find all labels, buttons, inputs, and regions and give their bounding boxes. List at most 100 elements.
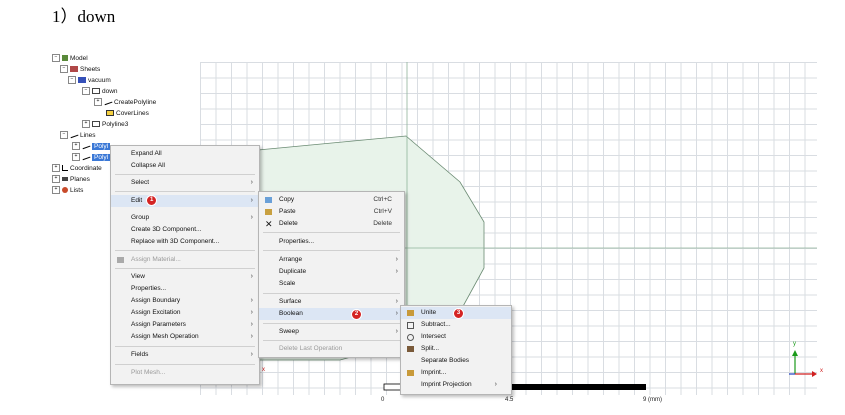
submenu-arrow-icon: ›	[494, 381, 497, 388]
menu-separator	[263, 323, 400, 324]
paste-icon	[265, 209, 272, 215]
coordinate-icon	[62, 165, 68, 172]
tree-item-coordinate[interactable]: + Coordinate	[52, 164, 102, 174]
polyline-icon	[103, 99, 113, 106]
step-heading: 1）down	[52, 7, 116, 26]
delete-icon: ✕	[265, 219, 273, 229]
submenu-arrow-icon: ›	[250, 197, 253, 204]
menu-collapse-all[interactable]: Collapse All	[111, 160, 259, 172]
origin-x-mark: x	[262, 367, 265, 373]
polyline-icon	[81, 154, 91, 161]
sheet-icon	[92, 121, 100, 128]
cover-icon	[106, 110, 114, 117]
material-icon	[117, 257, 124, 263]
menu-subtract[interactable]: Subtract...	[401, 319, 511, 331]
planes-icon	[62, 177, 68, 182]
submenu-arrow-icon: ›	[250, 214, 253, 221]
menu-imprint[interactable]: Imprint...	[401, 367, 511, 379]
menu-split[interactable]: Split...	[401, 343, 511, 355]
tree-item-down[interactable]: − down	[82, 87, 118, 97]
lists-icon	[62, 187, 68, 194]
tree-item-sheets[interactable]: − Sheets	[60, 65, 100, 75]
menu-copy[interactable]: Copy Ctrl+C	[259, 194, 404, 206]
scale-tick-2: 9 (mm)	[643, 397, 662, 403]
menu-surface[interactable]: Surface ›	[259, 296, 404, 308]
scale-bar-black	[508, 384, 646, 390]
tree-item-coverlines[interactable]: CoverLines	[106, 109, 149, 119]
boolean-submenu: Unite 3 Subtract... Intersect Split... Se…	[400, 305, 512, 395]
submenu-arrow-icon: ›	[395, 268, 398, 275]
menu-separator	[263, 340, 400, 341]
submenu-arrow-icon: ›	[395, 310, 398, 317]
subtract-icon	[407, 322, 414, 329]
tree-item-planes[interactable]: + Planes	[52, 175, 90, 185]
menu-duplicate[interactable]: Duplicate ›	[259, 266, 404, 278]
menu-delete-last-operation[interactable]: Delete Last Operation	[259, 343, 404, 355]
menu-delete[interactable]: ✕ Delete Delete	[259, 218, 404, 230]
tree-item-createpolyline[interactable]: + CreatePolyline	[94, 98, 156, 108]
menu-assign-mesh-operation[interactable]: Assign Mesh Operation ›	[111, 331, 259, 343]
menu-expand-all[interactable]: Expand All	[111, 148, 259, 160]
menu-intersect[interactable]: Intersect	[401, 331, 511, 343]
tree-item-lines[interactable]: − Lines	[60, 131, 96, 141]
submenu-arrow-icon: ›	[250, 297, 253, 304]
menu-imprint-projection[interactable]: Imprint Projection ›	[401, 379, 511, 391]
polyline-icon	[81, 143, 91, 150]
menu-separator	[115, 250, 255, 251]
step-badge-1: 1	[146, 195, 158, 206]
menu-paste[interactable]: Paste Ctrl+V	[259, 206, 404, 218]
scale-tick-1: 4.5	[505, 397, 514, 403]
menu-plot-mesh[interactable]: Plot Mesh...	[111, 367, 259, 379]
menu-separate-bodies[interactable]: Separate Bodies	[401, 355, 511, 367]
tree-item-vacuum[interactable]: − vacuum	[68, 76, 111, 86]
scale-tick-0: 0	[381, 397, 385, 403]
unite-icon	[407, 310, 414, 316]
tree-item-polyline-b[interactable]: + Polyl	[72, 153, 111, 163]
tree-item-model[interactable]: − Model	[52, 54, 88, 64]
menu-separator	[263, 293, 400, 294]
edit-submenu: Copy Ctrl+C Paste Ctrl+V ✕ Delete Delete Pro…	[258, 191, 405, 358]
menu-select[interactable]: Select ›	[111, 177, 259, 189]
menu-properties[interactable]: Properties...	[111, 283, 259, 295]
menu-assign-boundary[interactable]: Assign Boundary ›	[111, 295, 259, 307]
tree-item-lists[interactable]: + Lists	[52, 186, 83, 196]
tree-item-polyline3[interactable]: + Polyline3	[82, 120, 128, 130]
menu-boolean[interactable]: Boolean 2 ›	[259, 308, 404, 320]
menu-assign-material[interactable]: Assign Material...	[111, 254, 259, 266]
menu-scale[interactable]: Scale	[259, 278, 404, 290]
menu-create-3d-component[interactable]: Create 3D Component...	[111, 224, 259, 236]
menu-view[interactable]: View ›	[111, 271, 259, 283]
menu-separator	[115, 268, 255, 269]
menu-replace-3d-component[interactable]: Replace with 3D Component...	[111, 236, 259, 248]
menu-edit-properties[interactable]: Properties...	[259, 236, 404, 248]
submenu-arrow-icon: ›	[250, 309, 253, 316]
submenu-arrow-icon: ›	[250, 351, 253, 358]
menu-arrange[interactable]: Arrange ›	[259, 254, 404, 266]
menu-separator	[115, 191, 255, 192]
menu-assign-parameters[interactable]: Assign Parameters ›	[111, 319, 259, 331]
copy-icon	[265, 197, 272, 203]
split-icon	[407, 346, 414, 352]
step-badge-3: 3	[453, 308, 464, 319]
lines-icon	[69, 132, 79, 139]
menu-group[interactable]: Group ›	[111, 212, 259, 224]
material-icon	[78, 77, 86, 84]
triad-y-label: y	[793, 341, 796, 347]
submenu-arrow-icon: ›	[395, 328, 398, 335]
menu-separator	[263, 232, 400, 233]
menu-edit[interactable]: Edit 1 ›	[111, 195, 259, 207]
submenu-arrow-icon: ›	[250, 333, 253, 340]
menu-assign-excitation[interactable]: Assign Excitation ›	[111, 307, 259, 319]
tree-item-polyline-a[interactable]: + Polyl	[72, 142, 111, 152]
menu-separator	[263, 250, 400, 251]
menu-sweep[interactable]: Sweep ›	[259, 326, 404, 338]
model-icon	[62, 55, 68, 62]
menu-separator	[115, 346, 255, 347]
submenu-arrow-icon: ›	[395, 298, 398, 305]
step-badge-2: 2	[351, 309, 362, 320]
menu-unite[interactable]: Unite 3	[401, 307, 511, 319]
context-menu: Expand All Collapse All Select › Edit 1 › G…	[110, 145, 260, 385]
sheets-icon	[70, 66, 78, 73]
menu-fields[interactable]: Fields ›	[111, 349, 259, 361]
submenu-arrow-icon: ›	[250, 179, 253, 186]
